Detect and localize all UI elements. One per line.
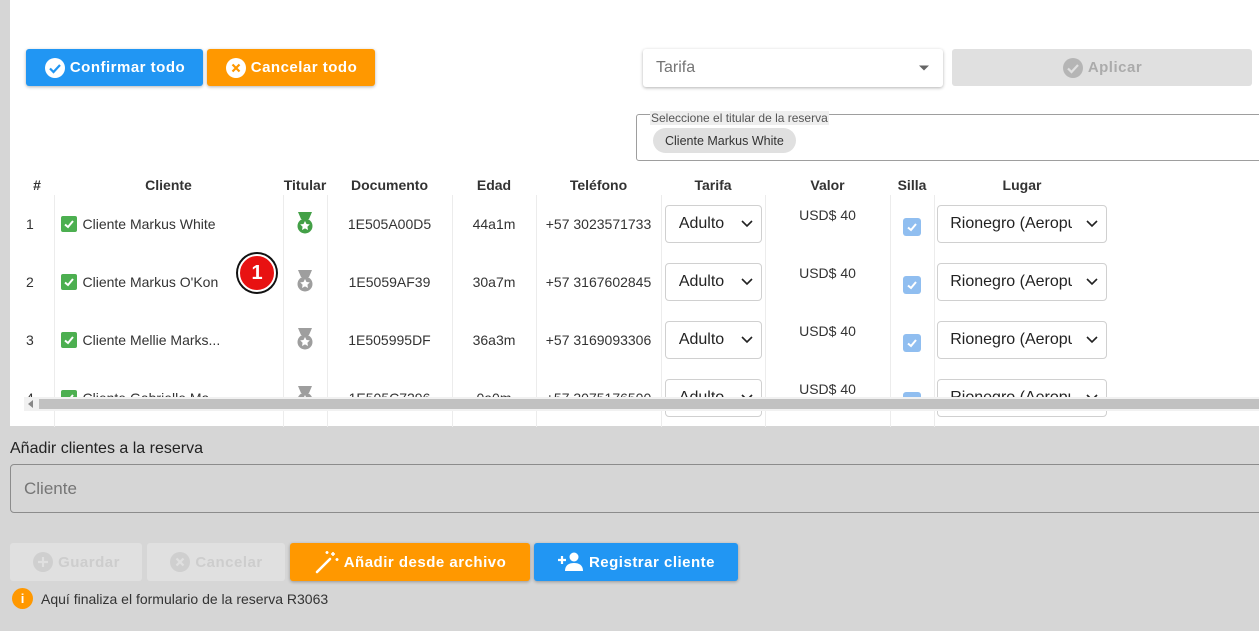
confirm-all-button[interactable]: Confirmar todo (26, 49, 203, 86)
chevron-down-icon (740, 278, 753, 286)
chevron-down-icon (1086, 336, 1098, 344)
row-titular[interactable] (282, 311, 327, 369)
row-lugar-select[interactable]: Rionegro (Aeropuerto) (937, 263, 1108, 301)
row-documento: 1E505995DF (326, 311, 452, 369)
medal-icon[interactable] (295, 269, 315, 293)
cliente-search-input[interactable]: Cliente (10, 464, 1259, 513)
row-edad: 44a1m (451, 195, 536, 253)
header-lugar: Lugar (1002, 177, 1042, 193)
header-tarifa: Tarifa (694, 177, 732, 193)
row-valor: USD$ 40 (764, 253, 890, 311)
row-edad: 30a7m (451, 253, 536, 311)
info-icon: i (12, 588, 33, 609)
medal-icon-active[interactable] (295, 211, 315, 235)
row-titular[interactable] (282, 195, 327, 253)
check-circle-icon (44, 57, 65, 78)
header-valor: Valor (810, 177, 845, 193)
horizontal-scrollbar[interactable] (24, 397, 1259, 411)
row-tarifa-select[interactable]: Adulto (664, 321, 762, 359)
tarifa-select-placeholder: Tarifa (656, 59, 696, 76)
chevron-down-icon (1086, 220, 1098, 228)
silla-checkbox[interactable] (903, 334, 921, 352)
checkbox-checked-icon[interactable] (60, 332, 77, 348)
cancel-circle-icon (170, 552, 191, 572)
titular-selector-legend: Seleccione el titular de la reserva (650, 111, 829, 125)
header-titular: Titular (283, 177, 327, 193)
row-number: 1 (26, 216, 34, 232)
tarifa-select[interactable]: Tarifa (643, 49, 943, 87)
row-valor: USD$ 40 (764, 195, 890, 253)
titular-chip-label: Cliente Markus White (665, 133, 784, 148)
chevron-down-icon (740, 220, 753, 228)
row-valor: USD$ 40 (764, 311, 890, 369)
header-telefono: Teléfono (569, 177, 628, 193)
row-documento: 1E5059AF39 (326, 253, 452, 311)
cancel-label: Cancelar (195, 553, 263, 571)
row-number: 3 (26, 332, 34, 348)
chevron-down-icon (1086, 278, 1098, 286)
chevron-down-icon (740, 336, 753, 344)
cliente-search-placeholder: Cliente (24, 478, 77, 498)
cancel-all-button[interactable]: Cancelar todo (207, 49, 375, 86)
row-tarifa-select[interactable]: Adulto (664, 263, 762, 301)
header-silla: Silla (897, 177, 927, 193)
row-cliente[interactable]: Cliente Markus White (53, 195, 283, 253)
row-number: 2 (26, 274, 34, 290)
apply-label: Aplicar (1087, 59, 1143, 76)
row-lugar-select[interactable]: Rionegro (Aeropuerto) (937, 205, 1108, 243)
register-client-label: Registrar cliente (588, 553, 716, 571)
scroll-left-arrow-icon[interactable] (28, 400, 33, 408)
table-header-row: # Cliente Titular Documento Edad Teléfon… (20, 175, 1110, 195)
row-lugar-select[interactable]: Rionegro (Aeropuerto) (937, 321, 1108, 359)
row-edad: 36a3m (451, 311, 536, 369)
header-num: # (33, 177, 41, 193)
add-from-file-button[interactable]: Añadir desde archivo (290, 543, 530, 581)
confirm-all-label: Confirmar todo (69, 59, 186, 76)
medal-icon[interactable] (295, 327, 315, 351)
save-label: Guardar (58, 553, 120, 571)
person-add-icon (557, 552, 583, 571)
silla-checkbox[interactable] (903, 218, 921, 236)
magic-wand-icon (315, 551, 339, 574)
row-documento: 1E505A00D5 (326, 195, 452, 253)
header-edad: Edad (476, 177, 512, 193)
cancel-button[interactable]: Cancelar (147, 543, 285, 581)
check-circle-icon (1062, 57, 1083, 78)
step-marker-badge: 1 (238, 254, 276, 292)
save-button[interactable]: Guardar (10, 543, 142, 581)
cancel-circle-icon (225, 57, 246, 78)
row-telefono: +57 3023571733 (535, 195, 661, 253)
add-clients-title: Añadir clientes a la reserva (10, 440, 203, 457)
cancel-all-label: Cancelar todo (250, 59, 358, 76)
cliente-name: Cliente Markus White (82, 216, 216, 232)
header-cliente: Cliente (145, 177, 192, 193)
row-telefono: +57 3169093306 (535, 311, 661, 369)
header-documento: Documento (351, 177, 428, 193)
scrollbar-thumb[interactable] (39, 399, 1259, 409)
checkbox-checked-icon[interactable] (60, 274, 77, 290)
table-row: 3 Cliente Mellie Marks... 1E505995DF 36a… (20, 311, 1110, 369)
checkbox-checked-icon[interactable] (60, 216, 77, 232)
row-cliente[interactable]: Cliente Mellie Marks... (53, 311, 283, 369)
row-titular[interactable] (282, 253, 327, 311)
register-client-button[interactable]: Registrar cliente (534, 543, 738, 581)
cliente-name: Cliente Markus O'Kon (82, 274, 219, 290)
clients-table: # Cliente Titular Documento Edad Teléfon… (20, 175, 1110, 427)
silla-checkbox[interactable] (903, 276, 921, 294)
table-row: 1 Cliente Markus White 1E505A00D5 44a1m … (20, 195, 1110, 253)
add-from-file-label: Añadir desde archivo (343, 553, 507, 571)
dropdown-arrow-icon (919, 65, 929, 71)
table-row: 2 Cliente Markus O'Kon 1E5059AF39 30a7m … (20, 253, 1110, 311)
row-telefono: +57 3167602845 (535, 253, 661, 311)
form-end-note-text: Aquí finaliza el formulario de la reserv… (41, 590, 329, 607)
cliente-name: Cliente Mellie Marks... (82, 332, 221, 348)
titular-chip[interactable]: Cliente Markus White (653, 128, 796, 153)
apply-button[interactable]: Aplicar (952, 49, 1252, 86)
form-end-note: i Aquí finaliza el formulario de la rese… (12, 588, 328, 609)
row-tarifa-select[interactable]: Adulto (664, 205, 762, 243)
plus-circle-icon (33, 552, 54, 572)
